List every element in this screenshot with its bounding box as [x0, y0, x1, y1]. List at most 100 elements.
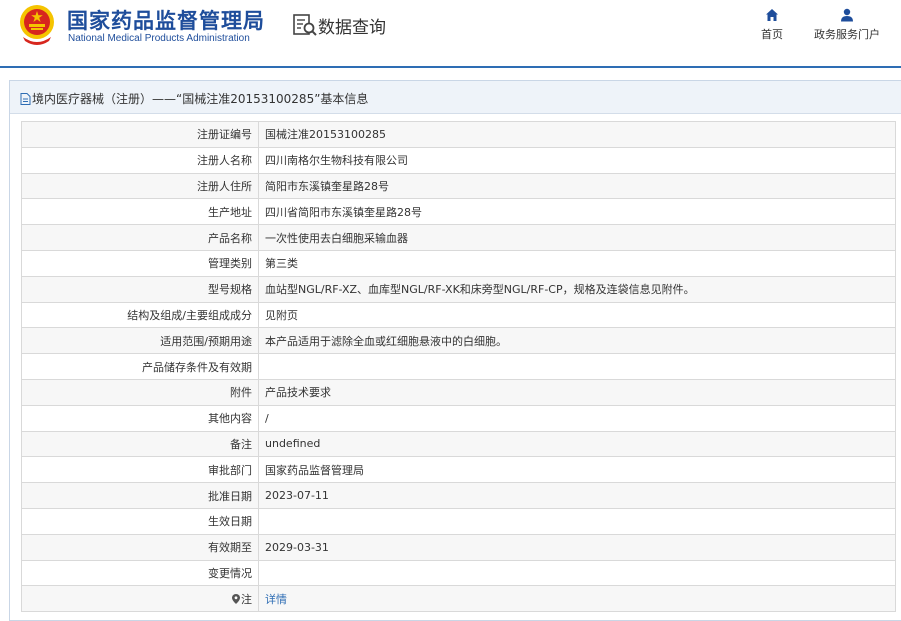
table-row: 注册证编号 国械注准20153100285 [21, 121, 896, 148]
row-value-text: undefined [265, 437, 321, 451]
panel-title: 境内医疗器械（注册）——“国械注准20153100285”基本信息 [32, 92, 369, 106]
table-row: 型号规格 血站型NGL/RF-XZ、血库型NGL/RF-XK和床旁型NGL/RF-… [21, 275, 896, 303]
row-label: 生产地址 [21, 198, 259, 226]
row-value-text: / [265, 411, 269, 425]
row-label-text: 变更情况 [208, 566, 252, 580]
document-icon [20, 93, 31, 105]
table-row: 注详情 [21, 585, 896, 613]
location-pin-icon [232, 593, 240, 604]
table-row: 注册人名称 四川南格尔生物科技有限公司 [21, 146, 896, 174]
panel-header: 境内医疗器械（注册）——“国械注准20153100285”基本信息 [10, 81, 901, 114]
row-value [258, 507, 896, 535]
data-query-icon [293, 14, 317, 36]
row-value: 国家药品监督管理局 [258, 456, 896, 484]
row-value-text: 见附页 [265, 308, 298, 322]
row-label: 产品名称 [21, 224, 259, 251]
info-table: 注册证编号 国械注准20153100285 注册人名称 四川南格尔生物科技有限公司 注册… [21, 121, 896, 613]
table-row: 附件 产品技术要求 [21, 378, 896, 406]
row-label-text: 生产地址 [208, 205, 252, 219]
row-label: 管理类别 [21, 249, 259, 277]
site-logo-subtitle: National Medical Products Administration [68, 33, 250, 44]
row-value: 一次性使用去白细胞采输血器 [258, 224, 896, 251]
row-label: 注册人名称 [21, 146, 259, 174]
row-value-text: 产品技术要求 [265, 386, 331, 400]
table-row: 注册人住所 简阳市东溪镇奎星路28号 [21, 172, 896, 200]
row-label-text: 其他内容 [208, 412, 252, 426]
row-label-text: 附件 [230, 386, 252, 400]
row-value-text: 简阳市东溪镇奎星路28号 [265, 179, 389, 193]
table-row: 审批部门 国家药品监督管理局 [21, 456, 896, 484]
row-value: 血站型NGL/RF-XZ、血库型NGL/RF-XK和床旁型NGL/RF-CP，规… [258, 275, 896, 303]
details-link[interactable]: 详情 [265, 593, 287, 606]
table-row: 生效日期 [21, 507, 896, 535]
row-value-text: 2029-03-31 [265, 540, 329, 554]
row-value-text: 国械注准20153100285 [265, 128, 386, 142]
row-label-text: 注册证编号 [197, 128, 252, 142]
table-row: 产品储存条件及有效期 [21, 353, 896, 380]
user-icon [841, 8, 853, 22]
national-emblem-icon [20, 5, 54, 45]
row-label: 有效期至 [21, 533, 259, 561]
table-row: 变更情况 [21, 559, 896, 587]
site-logo-title: 国家药品监督管理局 [67, 9, 265, 33]
row-value-text: 2023-07-11 [265, 489, 329, 503]
site-header: 国家药品监督管理局 National Medical Products Admi… [0, 0, 901, 66]
row-label-text: 管理类别 [208, 257, 252, 271]
row-label: 结构及组成/主要组成成分 [21, 301, 259, 329]
table-row: 产品名称 一次性使用去白细胞采输血器 [21, 224, 896, 251]
table-row: 结构及组成/主要组成成分 见附页 [21, 301, 896, 329]
row-label: 批准日期 [21, 482, 259, 509]
row-value-text: 血站型NGL/RF-XZ、血库型NGL/RF-XK和床旁型NGL/RF-CP，规… [265, 283, 695, 297]
row-label: 产品储存条件及有效期 [21, 353, 259, 380]
row-value: 第三类 [258, 249, 896, 277]
row-label-text: 批准日期 [208, 489, 252, 503]
row-value: 2023-07-11 [258, 482, 896, 509]
row-label: 型号规格 [21, 275, 259, 303]
row-value [258, 353, 896, 380]
row-label: 审批部门 [21, 456, 259, 484]
row-label-text: 审批部门 [208, 463, 252, 477]
table-row: 备注 undefined [21, 430, 896, 458]
row-label-text: 有效期至 [208, 541, 252, 555]
row-label-text: 生效日期 [208, 515, 252, 529]
row-label: 注册人住所 [21, 172, 259, 200]
row-value: / [258, 404, 896, 432]
row-label: 附件 [21, 378, 259, 406]
nav-home[interactable]: 首页 [756, 8, 788, 42]
table-row: 生产地址 四川省简阳市东溪镇奎星路28号 [21, 198, 896, 226]
detail-panel: 境内医疗器械（注册）——“国械注准20153100285”基本信息 注册证编号国… [9, 80, 901, 621]
table-row: 适用范围/预期用途 本产品适用于滤除全血或红细胞悬液中的白细胞。 [21, 327, 896, 355]
row-value: 四川南格尔生物科技有限公司 [258, 146, 896, 174]
row-label: 其他内容 [21, 404, 259, 432]
row-value: 本产品适用于滤除全血或红细胞悬液中的白细胞。 [258, 327, 896, 355]
row-value: 四川省简阳市东溪镇奎星路28号 [258, 198, 896, 226]
row-label: 注册证编号 [21, 121, 259, 148]
row-label-text: 型号规格 [208, 283, 252, 297]
row-value-text: 四川省简阳市东溪镇奎星路28号 [265, 205, 422, 219]
row-value-text: 本产品适用于滤除全血或红细胞悬液中的白细胞。 [265, 334, 507, 348]
data-query-title: 数据查询 [318, 18, 386, 38]
row-label-text: 注册人住所 [197, 179, 252, 193]
table-row: 管理类别 第三类 [21, 249, 896, 277]
home-icon [766, 9, 778, 21]
row-label-text: 适用范围/预期用途 [160, 334, 252, 348]
nav-service-portal[interactable]: 政务服务门户 [810, 8, 884, 42]
row-label-text: 产品储存条件及有效期 [142, 360, 252, 374]
row-label: 适用范围/预期用途 [21, 327, 259, 355]
row-value: 2029-03-31 [258, 533, 896, 561]
row-label-text: 产品名称 [208, 231, 252, 245]
row-label-text: 备注 [230, 437, 252, 451]
row-label: 变更情况 [21, 559, 259, 587]
row-value-text: 第三类 [265, 257, 298, 271]
nav-home-label: 首页 [761, 28, 783, 41]
nav-service-portal-label: 政务服务门户 [814, 28, 880, 41]
header-divider [0, 66, 901, 68]
row-value: undefined [258, 430, 896, 458]
table-row: 批准日期 2023-07-11 [21, 482, 896, 509]
row-value-text: 四川南格尔生物科技有限公司 [265, 154, 408, 168]
row-value-text: 一次性使用去白细胞采输血器 [265, 231, 408, 245]
row-label-text: 注册人名称 [197, 154, 252, 168]
row-value: 产品技术要求 [258, 378, 896, 406]
row-label: 生效日期 [21, 507, 259, 535]
table-row: 有效期至 2029-03-31 [21, 533, 896, 561]
